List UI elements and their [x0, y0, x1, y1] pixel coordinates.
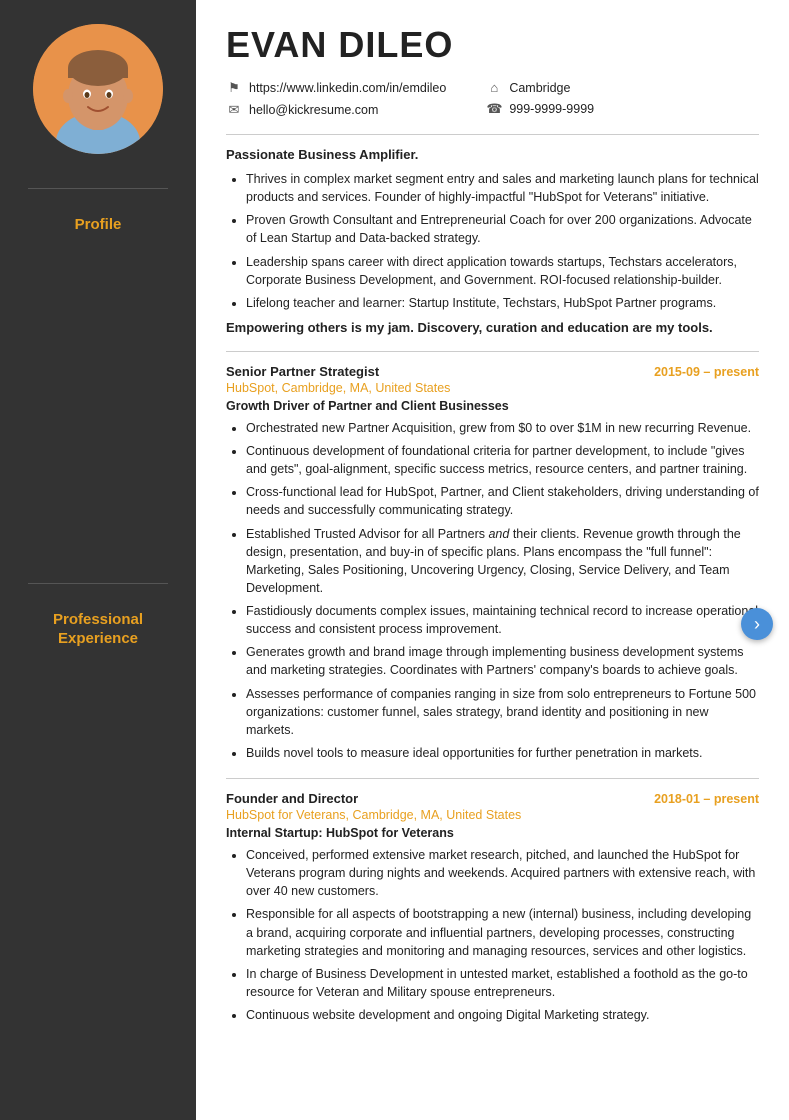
experience-1: Senior Partner Strategist 2015-09 – pres… [226, 364, 759, 762]
email-item: ✉ hello@kickresume.com [226, 102, 446, 118]
exp-1-bullet-8: Builds novel tools to measure ideal oppo… [246, 744, 759, 762]
contact-row: ⚑ https://www.linkedin.com/in/emdileo ✉ … [226, 80, 759, 118]
profile-bullet-4: Lifelong teacher and learner: Startup In… [246, 294, 759, 312]
sidebar-profile-label: Profile [63, 207, 134, 243]
profile-section: Passionate Business Amplifier. Thrives i… [226, 147, 759, 335]
exp-1-bullet-6: Generates growth and brand image through… [246, 643, 759, 679]
profile-bullet-3: Leadership spans career with direct appl… [246, 253, 759, 289]
candidate-name: EVAN DILEO [226, 24, 759, 66]
location-icon: ⌂ [486, 80, 502, 95]
email-icon: ✉ [226, 102, 242, 118]
email-value: hello@kickresume.com [249, 103, 378, 117]
exp-1-bullet-5: Fastidiously documents complex issues, m… [246, 602, 759, 638]
sidebar-experience-label: Professional Experience [41, 602, 155, 657]
exp-2-title: Founder and Director [226, 791, 358, 806]
exp-1-bullet-2: Continuous development of foundational c… [246, 442, 759, 478]
exp-2-bullet-3: In charge of Business Development in unt… [246, 965, 759, 1001]
profile-bullet-1: Thrives in complex market segment entry … [246, 170, 759, 206]
linkedin-icon: ⚑ [226, 80, 242, 96]
exp-2-bullet-1: Conceived, performed extensive market re… [246, 846, 759, 900]
exp-1-header: Senior Partner Strategist 2015-09 – pres… [226, 364, 759, 379]
header-divider [226, 134, 759, 135]
city-value: Cambridge [509, 81, 570, 95]
exp-1-company: HubSpot, Cambridge, MA, United States [226, 381, 759, 395]
exp-2-company: HubSpot for Veterans, Cambridge, MA, Uni… [226, 808, 759, 822]
profile-tagline: Empowering others is my jam. Discovery, … [226, 320, 759, 335]
exp-1-bullet-3: Cross-functional lead for HubSpot, Partn… [246, 483, 759, 519]
phone-icon: ☎ [486, 101, 502, 117]
phone-item: ☎ 999-9999-9999 [486, 101, 594, 117]
exp-2-subtitle: Internal Startup: HubSpot for Veterans [226, 826, 759, 840]
main-content: EVAN DILEO ⚑ https://www.linkedin.com/in… [196, 0, 789, 1120]
exp-1-title: Senior Partner Strategist [226, 364, 379, 379]
exp-2-header: Founder and Director 2018-01 – present [226, 791, 759, 806]
experience-2: Founder and Director 2018-01 – present H… [226, 791, 759, 1024]
city-item: ⌂ Cambridge [486, 80, 594, 95]
profile-bullets: Thrives in complex market segment entry … [226, 170, 759, 312]
exp-divider-2 [226, 778, 759, 779]
exp-1-bullets: Orchestrated new Partner Acquisition, gr… [226, 419, 759, 762]
profile-bullet-2: Proven Growth Consultant and Entrepreneu… [246, 211, 759, 247]
avatar [33, 24, 163, 154]
sidebar-divider-profile [28, 188, 168, 189]
exp-divider-1 [226, 351, 759, 352]
exp-2-date: 2018-01 – present [654, 792, 759, 806]
exp-1-subtitle: Growth Driver of Partner and Client Busi… [226, 399, 759, 413]
linkedin-item: ⚑ https://www.linkedin.com/in/emdileo [226, 80, 446, 96]
resume-wrapper: Profile Professional Experience EVAN DIL… [0, 0, 789, 1120]
profile-intro: Passionate Business Amplifier. [226, 147, 759, 162]
exp-1-bullet-4: Established Trusted Advisor for all Part… [246, 525, 759, 598]
exp-1-bullet-7: Assesses performance of companies rangin… [246, 685, 759, 739]
exp-2-bullet-4: Continuous website development and ongoi… [246, 1006, 759, 1024]
sidebar-divider-exp [28, 583, 168, 584]
contact-col-right: ⌂ Cambridge ☎ 999-9999-9999 [486, 80, 594, 118]
scroll-next-button[interactable]: › [741, 608, 773, 640]
contact-col-left: ⚑ https://www.linkedin.com/in/emdileo ✉ … [226, 80, 446, 118]
exp-1-bullet-1: Orchestrated new Partner Acquisition, gr… [246, 419, 759, 437]
exp-2-bullets: Conceived, performed extensive market re… [226, 846, 759, 1024]
exp-2-bullet-2: Responsible for all aspects of bootstrap… [246, 905, 759, 959]
linkedin-url: https://www.linkedin.com/in/emdileo [249, 81, 446, 95]
main-content-wrapper: EVAN DILEO ⚑ https://www.linkedin.com/in… [226, 24, 759, 1024]
exp-1-date: 2015-09 – present [654, 365, 759, 379]
phone-value: 999-9999-9999 [509, 102, 594, 116]
sidebar: Profile Professional Experience [0, 0, 196, 1120]
